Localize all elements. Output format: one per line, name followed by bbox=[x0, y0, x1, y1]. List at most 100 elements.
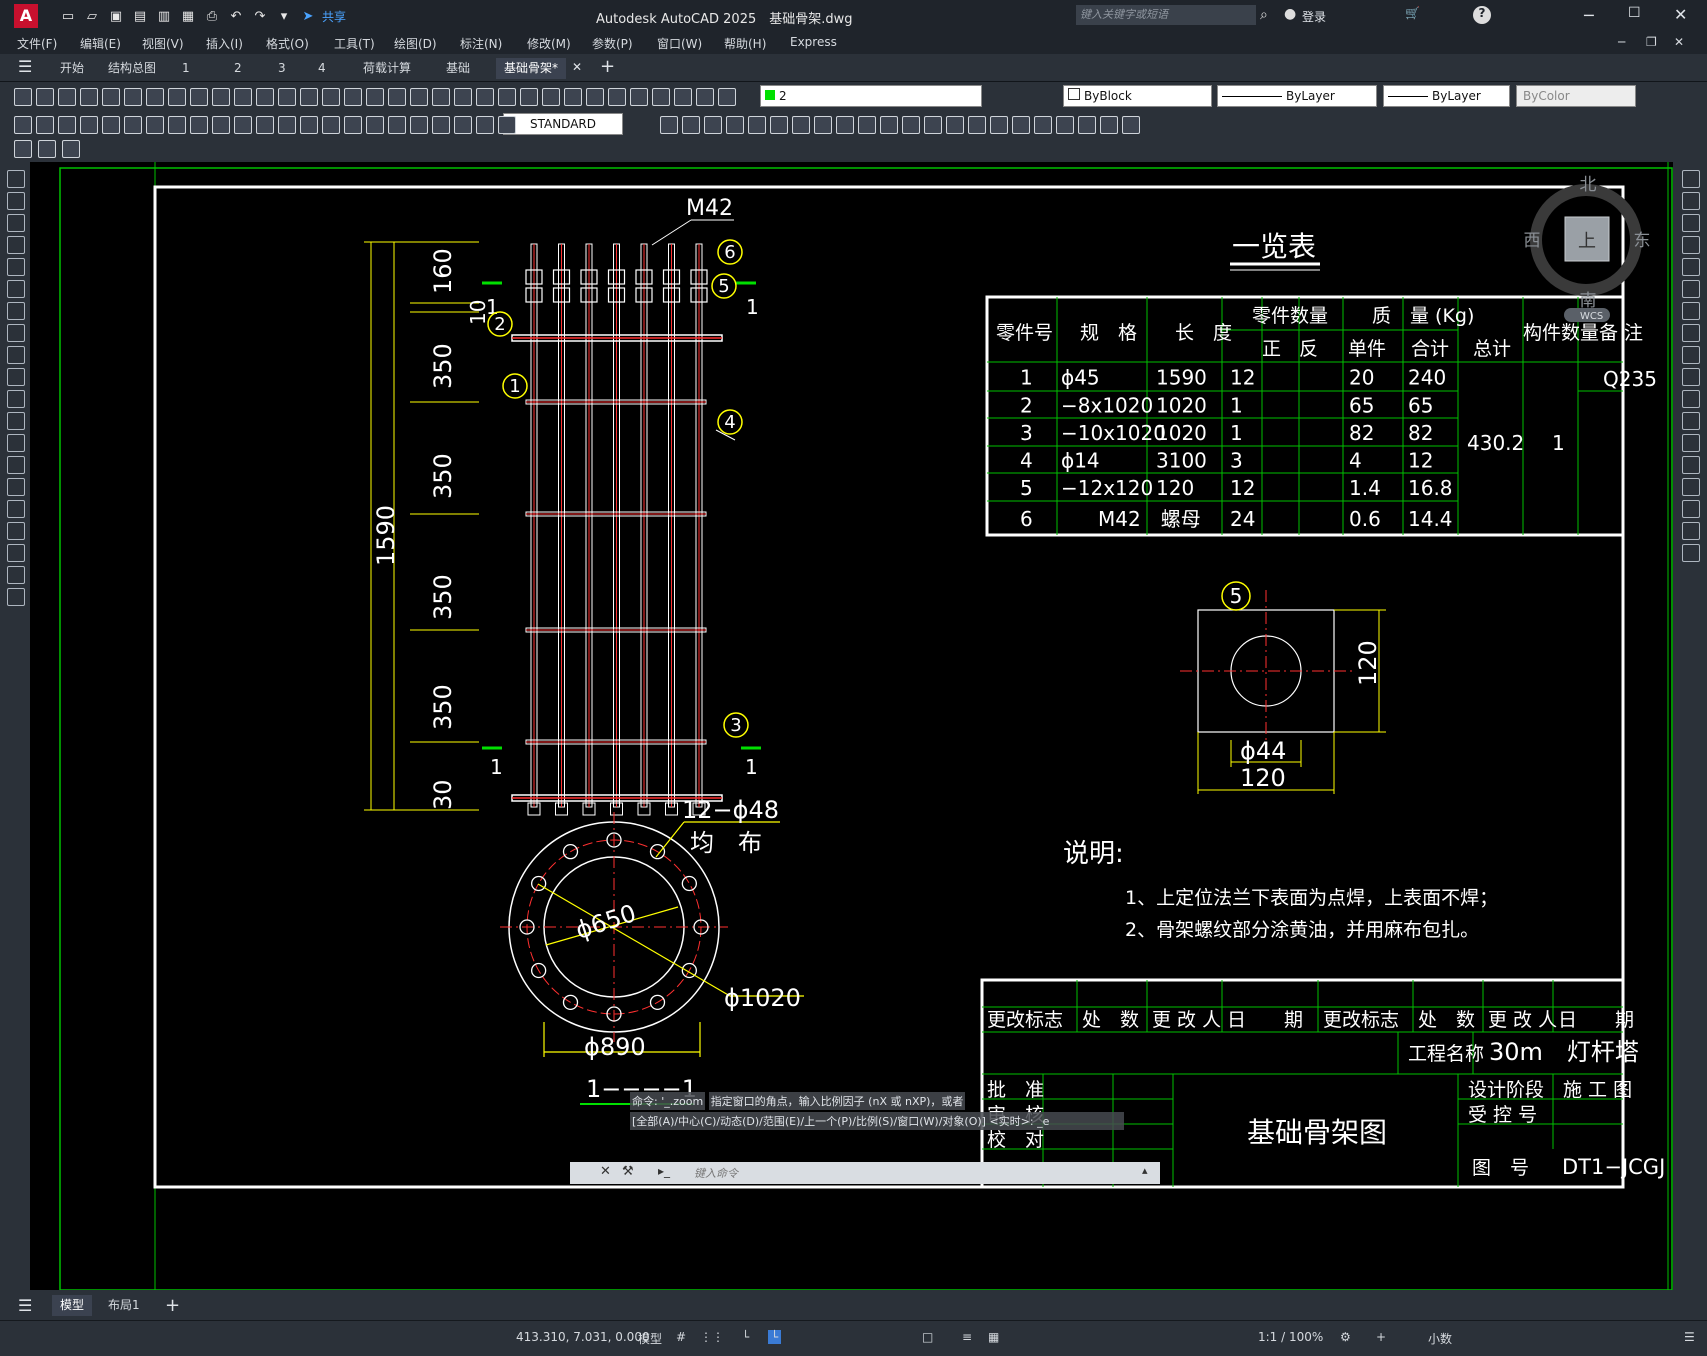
layout-menu-icon[interactable]: ☰ bbox=[18, 1296, 32, 1315]
file-tab-1[interactable]: 结构总图 bbox=[100, 58, 164, 79]
tool-icon[interactable] bbox=[1682, 324, 1700, 342]
save-as-icon[interactable]: ▤ bbox=[130, 6, 150, 26]
tool-icon[interactable] bbox=[7, 214, 25, 232]
menu-item-2[interactable]: 视图(V) bbox=[142, 35, 184, 52]
save-web-icon[interactable]: ▦ bbox=[178, 6, 198, 26]
tool-icon[interactable] bbox=[1682, 456, 1700, 474]
menu-item-9[interactable]: 参数(P) bbox=[592, 35, 633, 52]
toolbar-button-icon[interactable] bbox=[1056, 116, 1074, 134]
tool-icon[interactable] bbox=[1682, 170, 1700, 188]
search-input[interactable]: 键入关键字或短语 bbox=[1076, 5, 1256, 25]
toolbar-button-icon[interactable] bbox=[212, 116, 230, 134]
cart-icon[interactable]: 🛒 bbox=[1405, 6, 1420, 20]
toolbar-button-icon[interactable] bbox=[652, 88, 670, 106]
open-web-icon[interactable]: ▥ bbox=[154, 6, 174, 26]
toolbar-button-icon[interactable] bbox=[564, 88, 582, 106]
annotation-scale[interactable]: 1:1 / 100% bbox=[1258, 1330, 1323, 1344]
tool-icon[interactable] bbox=[7, 522, 25, 540]
color-dropdown[interactable]: ByBlock bbox=[1063, 85, 1212, 107]
toolbar-button-icon[interactable] bbox=[410, 116, 428, 134]
toolbar-button-icon[interactable] bbox=[344, 116, 362, 134]
toolbar-button-icon[interactable] bbox=[902, 116, 920, 134]
toolbar-button-icon[interactable] bbox=[58, 88, 76, 106]
tool-icon[interactable] bbox=[7, 500, 25, 518]
save-icon[interactable]: ▣ bbox=[106, 6, 126, 26]
toolbar-button-icon[interactable] bbox=[38, 140, 56, 158]
menu-item-5[interactable]: 工具(T) bbox=[334, 35, 375, 52]
toolbar-button-icon[interactable] bbox=[366, 116, 384, 134]
toolbar-button-icon[interactable] bbox=[586, 88, 604, 106]
toolbar-button-icon[interactable] bbox=[124, 88, 142, 106]
toolbar-button-icon[interactable] bbox=[432, 88, 450, 106]
toolbar-button-icon[interactable] bbox=[14, 88, 32, 106]
toolbar-button-icon[interactable] bbox=[300, 88, 318, 106]
menu-item-0[interactable]: 文件(F) bbox=[17, 35, 57, 52]
toolbar-button-icon[interactable] bbox=[344, 88, 362, 106]
tool-icon[interactable] bbox=[1682, 258, 1700, 276]
command-close-icon[interactable]: ✕ bbox=[600, 1164, 611, 1179]
tool-icon[interactable] bbox=[7, 412, 25, 430]
tool-icon[interactable] bbox=[1682, 236, 1700, 254]
toolbar-button-icon[interactable] bbox=[476, 116, 494, 134]
toolbar-button-icon[interactable] bbox=[146, 116, 164, 134]
tab-model[interactable]: 模型 bbox=[52, 1295, 93, 1316]
toolbar-button-icon[interactable] bbox=[674, 88, 692, 106]
menu-item-7[interactable]: 标注(N) bbox=[460, 35, 502, 52]
toolbar-button-icon[interactable] bbox=[146, 88, 164, 106]
toolbar-button-icon[interactable] bbox=[322, 88, 340, 106]
tool-icon[interactable] bbox=[1682, 390, 1700, 408]
toolbar-button-icon[interactable] bbox=[190, 88, 208, 106]
toolbar-button-icon[interactable] bbox=[80, 88, 98, 106]
toolbar-button-icon[interactable] bbox=[388, 116, 406, 134]
customize-status-icon[interactable]: ☰ bbox=[1684, 1330, 1695, 1344]
tool-icon[interactable] bbox=[1682, 214, 1700, 232]
file-tab-0[interactable]: 开始 bbox=[52, 58, 92, 79]
tool-icon[interactable] bbox=[7, 236, 25, 254]
tool-icon[interactable] bbox=[7, 566, 25, 584]
toolbar-button-icon[interactable] bbox=[630, 88, 648, 106]
drawing-canvas[interactable]: 160 10 350 350 350 350 30 1590 1 1 1 1 M… bbox=[30, 162, 1673, 1290]
tool-icon[interactable] bbox=[1682, 346, 1700, 364]
app-logo[interactable]: A bbox=[14, 4, 38, 28]
tool-icon[interactable] bbox=[1682, 478, 1700, 496]
toolbar-button-icon[interactable] bbox=[1034, 116, 1052, 134]
toolbar-button-icon[interactable] bbox=[256, 88, 274, 106]
toolbar-button-icon[interactable] bbox=[102, 88, 120, 106]
tool-icon[interactable] bbox=[7, 170, 25, 188]
toolbar-button-icon[interactable] bbox=[792, 116, 810, 134]
toolbar-button-icon[interactable] bbox=[1012, 116, 1030, 134]
menu-item-4[interactable]: 格式(O) bbox=[266, 35, 309, 52]
tabs-menu-icon[interactable]: ☰ bbox=[18, 57, 32, 76]
toolbar-button-icon[interactable] bbox=[190, 116, 208, 134]
toolbar-button-icon[interactable] bbox=[858, 116, 876, 134]
toolbar-button-icon[interactable] bbox=[212, 88, 230, 106]
toolbar-button-icon[interactable] bbox=[1122, 116, 1140, 134]
toolbar-button-icon[interactable] bbox=[726, 116, 744, 134]
tool-icon[interactable] bbox=[1682, 280, 1700, 298]
tool-icon[interactable] bbox=[7, 192, 25, 210]
tool-icon[interactable] bbox=[1682, 500, 1700, 518]
toolbar-button-icon[interactable] bbox=[748, 116, 766, 134]
file-tab-3[interactable]: 2 bbox=[226, 58, 250, 79]
toolbar-button-icon[interactable] bbox=[432, 116, 450, 134]
file-tab-6[interactable]: 荷载计算 bbox=[355, 58, 419, 79]
toolbar-button-icon[interactable] bbox=[696, 88, 714, 106]
tool-icon[interactable] bbox=[1682, 192, 1700, 210]
tool-icon[interactable] bbox=[7, 478, 25, 496]
toolbar-button-icon[interactable] bbox=[542, 88, 560, 106]
tool-icon[interactable] bbox=[7, 280, 25, 298]
compass-north[interactable]: 北 bbox=[1580, 175, 1597, 195]
toolbar-button-icon[interactable] bbox=[946, 116, 964, 134]
units-dropdown[interactable]: 小数 bbox=[1428, 1330, 1452, 1347]
toolbar-button-icon[interactable] bbox=[80, 116, 98, 134]
tool-icon[interactable] bbox=[1682, 368, 1700, 386]
toolbar-button-icon[interactable] bbox=[924, 116, 942, 134]
share-label[interactable]: 共享 bbox=[322, 8, 346, 25]
menu-item-11[interactable]: 帮助(H) bbox=[724, 35, 766, 52]
close-tab-icon[interactable]: ✕ bbox=[572, 60, 582, 74]
tool-icon[interactable] bbox=[7, 588, 25, 606]
toolbar-button-icon[interactable] bbox=[836, 116, 854, 134]
tool-icon[interactable] bbox=[7, 544, 25, 562]
toolbar-button-icon[interactable] bbox=[102, 116, 120, 134]
file-tab-8[interactable]: 基础骨架* bbox=[496, 58, 567, 79]
